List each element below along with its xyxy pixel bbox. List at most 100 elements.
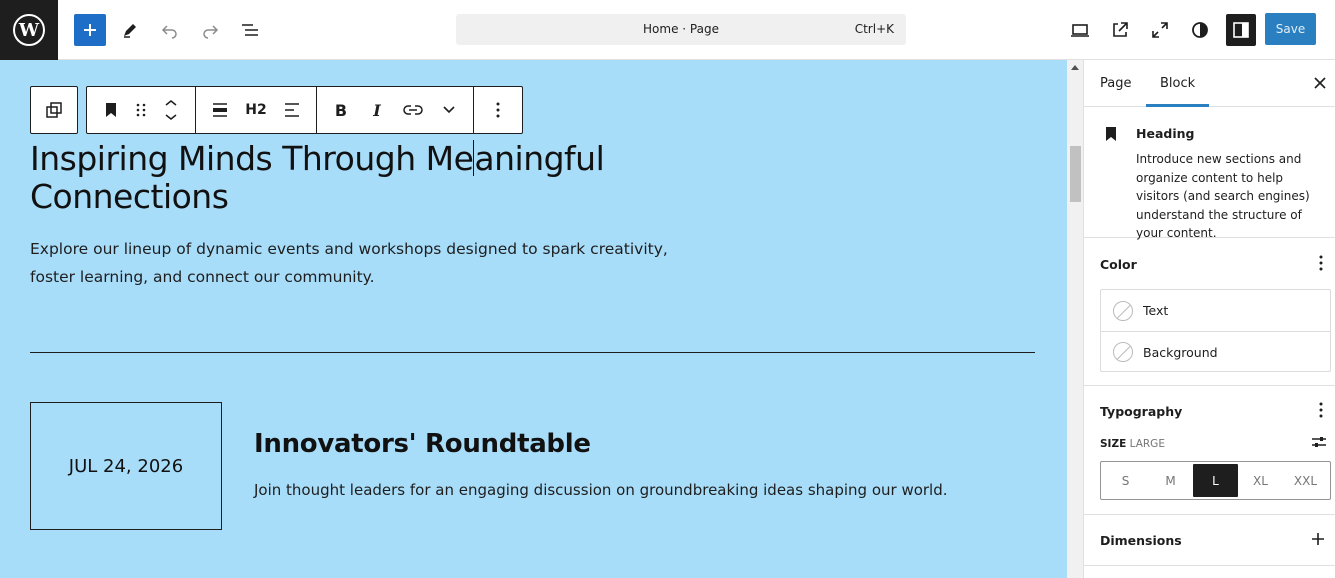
event-date[interactable]: JUL 24, 2026 (30, 402, 222, 530)
text-align-button[interactable] (274, 87, 310, 133)
size-option-m[interactable]: M (1148, 464, 1193, 497)
font-size-label: SIZE LARGE (1100, 438, 1165, 450)
bookmark-icon (1106, 127, 1116, 141)
drag-icon (136, 103, 146, 117)
color-item-label: Text (1143, 303, 1169, 318)
color-item-label: Background (1143, 344, 1218, 360)
save-button[interactable]: Save (1265, 13, 1316, 45)
block-card: Heading Introduce new sections and organ… (1084, 108, 1335, 240)
command-palette-bar[interactable]: Home · Page Ctrl+K (456, 14, 906, 45)
custom-size-button[interactable] (1311, 434, 1327, 454)
move-buttons[interactable] (153, 87, 189, 133)
list-view-icon (242, 24, 258, 36)
dimensions-add-button[interactable] (1311, 531, 1325, 550)
parent-block-button[interactable] (30, 86, 78, 134)
size-option-s[interactable]: S (1103, 464, 1148, 497)
empty-swatch-icon (1113, 342, 1133, 362)
event-description[interactable]: Join thought leaders for an engaging dis… (254, 481, 948, 499)
block-options-button[interactable] (480, 87, 516, 133)
wordpress-logo-button[interactable]: W (0, 0, 58, 60)
link-button[interactable] (395, 87, 431, 133)
scroll-up-arrow[interactable] (1071, 65, 1079, 70)
more-vertical-icon (496, 102, 500, 118)
chevron-down-icon (443, 106, 455, 114)
tab-page[interactable]: Page (1100, 76, 1131, 91)
dimensions-panel-title: Dimensions (1100, 533, 1182, 548)
settings-sidebar-toggle[interactable] (1226, 14, 1256, 46)
more-vertical-icon (1319, 255, 1323, 271)
bold-button[interactable]: B (323, 87, 359, 133)
more-rich-text-button[interactable] (431, 87, 467, 133)
color-panel-title: Color (1100, 257, 1137, 272)
redo-button[interactable] (194, 14, 226, 46)
external-link-icon (1113, 22, 1128, 37)
block-name: Heading (1136, 126, 1195, 141)
group-icon (46, 102, 62, 118)
color-item-text[interactable]: Text (1101, 290, 1330, 331)
size-option-xl[interactable]: XL (1238, 464, 1283, 497)
color-options-button[interactable] (1319, 255, 1323, 275)
wordpress-icon: W (13, 14, 45, 46)
typography-panel: Typography SIZE LARGE S M L XL XXL (1084, 387, 1335, 515)
view-page-button[interactable] (1104, 14, 1136, 46)
color-item-background[interactable]: Background (1101, 331, 1330, 372)
block-inserter-button[interactable] (74, 14, 106, 46)
active-tab-indicator (1146, 104, 1209, 107)
drag-handle[interactable] (129, 87, 153, 133)
tab-block[interactable]: Block (1160, 76, 1195, 91)
size-key: SIZE (1100, 438, 1127, 450)
heading-text-before-caret: Inspiring Minds Through Me (30, 139, 474, 178)
close-sidebar-button[interactable] (1311, 74, 1329, 92)
document-title: Home · Page (643, 22, 719, 36)
color-panel: Color Text Background (1084, 239, 1335, 386)
typography-options-button[interactable] (1319, 402, 1323, 422)
fullscreen-button[interactable] (1144, 14, 1176, 46)
page-heading[interactable]: Inspiring Minds Through Meaningful Conne… (30, 140, 670, 216)
svg-text:I: I (372, 102, 381, 118)
typography-panel-title: Typography (1100, 404, 1183, 419)
scrollbar-thumb[interactable] (1070, 146, 1081, 202)
sidebar-icon (1233, 22, 1249, 38)
tools-button[interactable] (114, 14, 146, 46)
keyboard-shortcut: Ctrl+K (854, 22, 894, 36)
svg-text:B: B (335, 102, 347, 118)
undo-button[interactable] (154, 14, 186, 46)
intro-paragraph[interactable]: Explore our lineup of dynamic events and… (30, 235, 690, 291)
canvas-scrollbar[interactable] (1067, 60, 1084, 578)
document-overview-button[interactable] (234, 14, 266, 46)
heading-block-icon (1104, 126, 1118, 146)
block-type-button[interactable] (93, 87, 129, 133)
heading-level-button[interactable]: H2 (238, 87, 274, 133)
block-toolbar: H2 B I (30, 86, 523, 134)
pencil-icon (124, 24, 136, 38)
block-description: Introduce new sections and organize cont… (1136, 152, 1310, 240)
device-preview-button[interactable] (1064, 14, 1096, 46)
size-option-xxl[interactable]: XXL (1283, 464, 1328, 497)
desktop-icon (1071, 24, 1089, 37)
italic-button[interactable]: I (359, 87, 395, 133)
event-title[interactable]: Innovators' Roundtable (254, 429, 591, 459)
align-left-icon (285, 103, 299, 117)
fullscreen-icon (1152, 22, 1168, 38)
contrast-icon (1192, 22, 1208, 38)
settings-sidebar: Page Block Heading Introduce new section… (1084, 60, 1335, 578)
editor-header: W Home · Page Ctrl+K Save (0, 0, 1335, 60)
editor-canvas[interactable]: H2 B I Inspiring Minds Through Meaningfu… (0, 60, 1067, 578)
align-wide-icon (213, 103, 227, 117)
more-vertical-icon (1319, 402, 1323, 418)
redo-icon (203, 25, 219, 39)
styles-button[interactable] (1184, 14, 1216, 46)
bookmark-icon (106, 103, 116, 117)
link-icon (403, 105, 423, 115)
dimensions-panel[interactable]: Dimensions (1084, 516, 1335, 566)
block-controls: H2 B I (86, 86, 523, 134)
align-button[interactable] (202, 87, 238, 133)
close-icon (1314, 77, 1326, 89)
bold-icon: B (335, 102, 347, 118)
size-option-l[interactable]: L (1193, 464, 1238, 497)
color-list: Text Background (1100, 289, 1331, 372)
undo-icon (161, 25, 177, 39)
italic-icon: I (372, 102, 381, 118)
font-size-toggle: S M L XL XXL (1100, 461, 1331, 500)
separator[interactable] (30, 352, 1035, 353)
